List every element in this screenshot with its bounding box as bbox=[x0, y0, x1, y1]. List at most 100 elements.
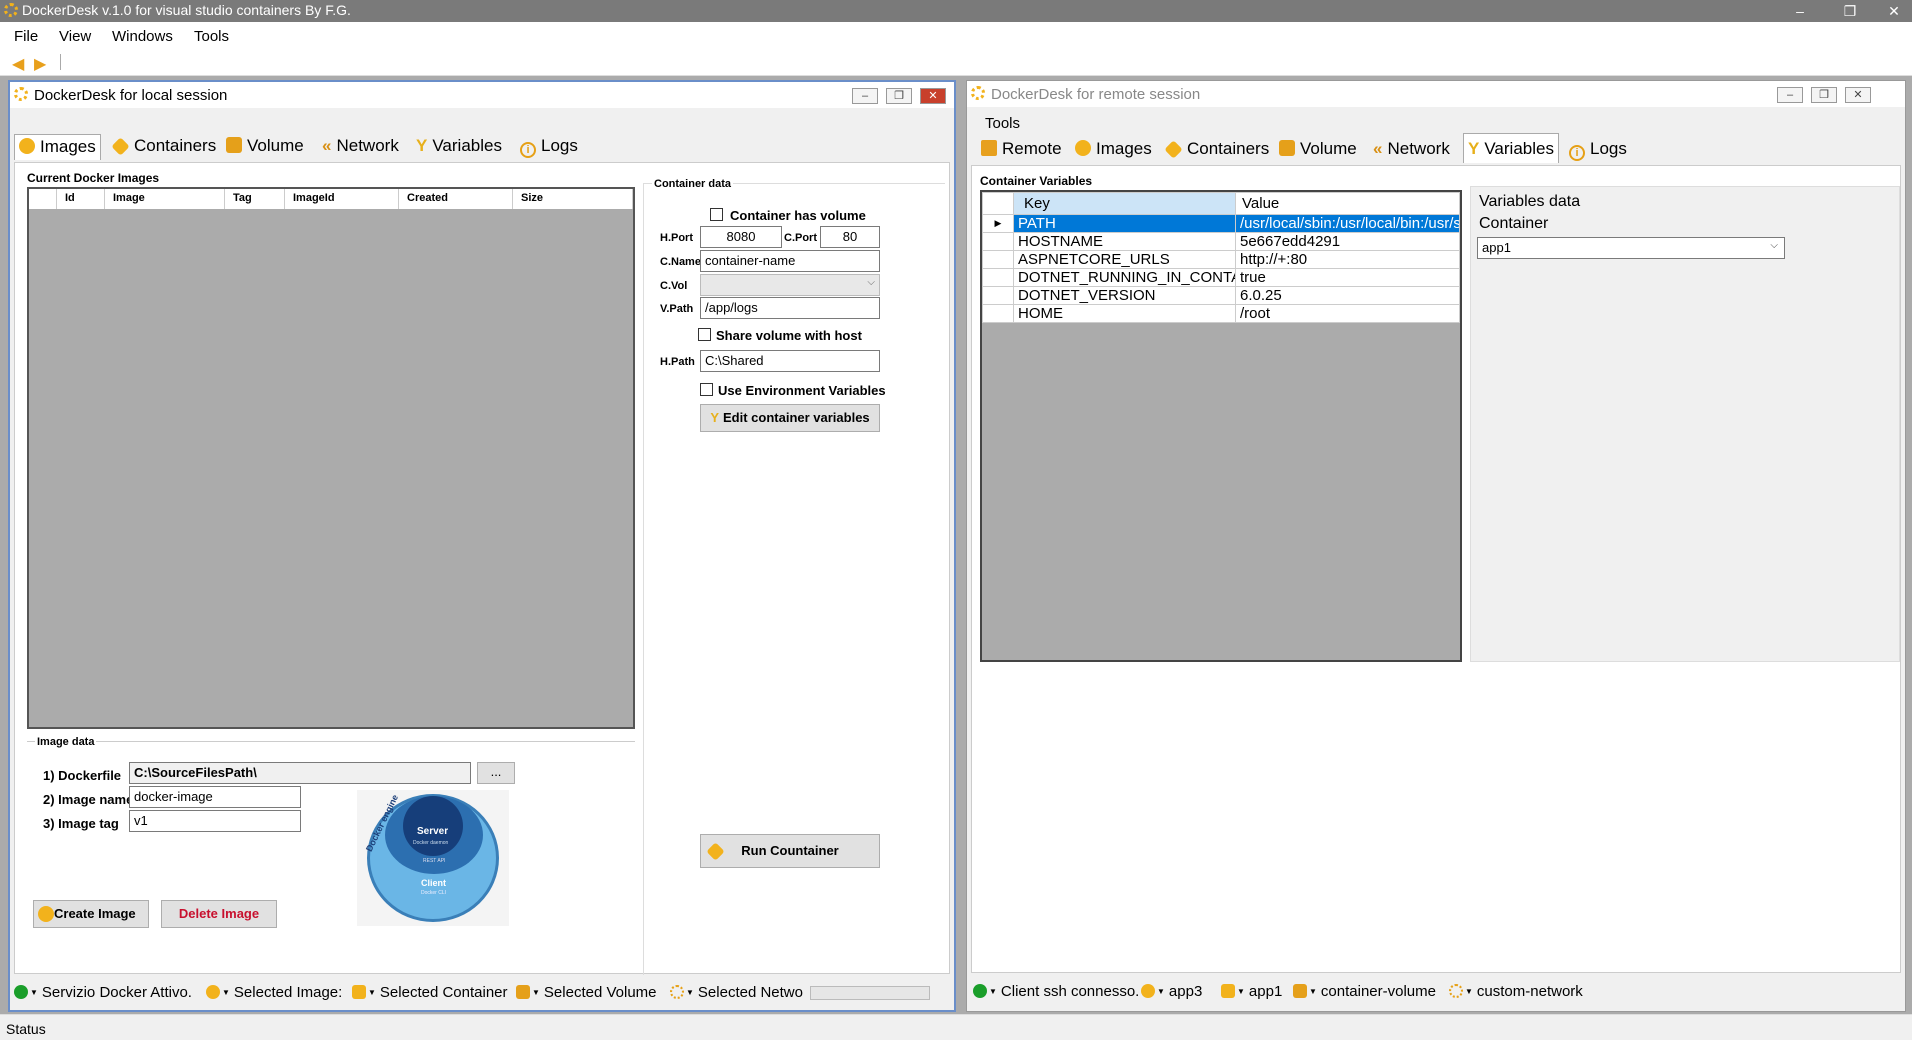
tab-label: Images bbox=[1096, 139, 1152, 158]
remote-icon bbox=[981, 140, 997, 156]
tab-label: Images bbox=[40, 137, 96, 156]
remote-image-status[interactable]: ▼ app3 bbox=[1141, 983, 1202, 1000]
images-grid[interactable]: Id Image Tag ImageId Created Size bbox=[27, 187, 635, 729]
col-imageid[interactable]: ImageId bbox=[285, 189, 399, 209]
table-row[interactable]: DOTNET_VERSION 6.0.25 bbox=[982, 286, 1460, 305]
create-image-button[interactable]: Create Image bbox=[33, 900, 149, 928]
edit-vars-label: Edit container variables bbox=[723, 410, 870, 425]
docker-service-status[interactable]: ▼ Servizio Docker Attivo. bbox=[14, 984, 192, 1001]
selected-volume-status[interactable]: ▼ Selected Volume bbox=[516, 984, 657, 1001]
table-row[interactable]: HOME/root bbox=[982, 304, 1460, 323]
ssh-status[interactable]: ▼ Client ssh connesso. bbox=[973, 983, 1139, 1000]
cname-input[interactable]: container-name bbox=[700, 250, 880, 272]
image-tag-input[interactable]: v1 bbox=[129, 810, 301, 832]
local-minimize-button[interactable]: – bbox=[852, 88, 878, 104]
close-button[interactable]: ✕ bbox=[1878, 0, 1910, 22]
tab-label: Volume bbox=[1300, 139, 1357, 158]
cvol-select[interactable]: ⌵ bbox=[700, 274, 880, 296]
variables-data-group: Variables data Container app1 ⌵ bbox=[1470, 186, 1900, 662]
remote-minimize-button[interactable]: – bbox=[1777, 87, 1803, 103]
image-name-input[interactable]: docker-image bbox=[129, 786, 301, 808]
tab-network[interactable]: «Network bbox=[318, 134, 403, 160]
cport-input[interactable]: 80 bbox=[820, 226, 880, 248]
selected-image-status[interactable]: ▼ Selected Image: bbox=[206, 984, 342, 1001]
tab-containers[interactable]: Containers bbox=[110, 134, 220, 160]
status-text: Status bbox=[6, 1021, 46, 1037]
tab-logs[interactable]: i Logs bbox=[516, 134, 582, 160]
forward-arrow-icon[interactable]: ▶ bbox=[34, 54, 46, 74]
tab-variables[interactable]: Y Variables bbox=[1463, 133, 1559, 163]
remote-container-status[interactable]: ▼ app1 bbox=[1221, 983, 1282, 1000]
col-value[interactable]: Value bbox=[1235, 192, 1460, 215]
col-tag[interactable]: Tag bbox=[225, 189, 285, 209]
app-logo-icon bbox=[4, 3, 18, 17]
row-header bbox=[982, 286, 1014, 305]
col-created[interactable]: Created bbox=[399, 189, 513, 209]
minimize-button[interactable]: – bbox=[1784, 0, 1816, 22]
status-label: container-volume bbox=[1320, 983, 1436, 1000]
remote-restore-button[interactable]: ❐ bbox=[1811, 87, 1837, 103]
tab-images[interactable]: Images bbox=[1071, 137, 1156, 163]
var-value: http://+:80 bbox=[1235, 250, 1460, 269]
table-row[interactable]: HOSTNAME 5e667edd4291 bbox=[982, 232, 1460, 251]
table-row[interactable]: ▶ PATH /usr/local/sbin:/usr/local/bin:/u… bbox=[982, 214, 1460, 233]
variables-icon: Y bbox=[416, 136, 428, 155]
menu-file[interactable]: File bbox=[14, 28, 38, 45]
tab-volume[interactable]: Volume bbox=[222, 134, 308, 160]
selected-network-status[interactable]: ▼ Selected Netwo bbox=[670, 984, 810, 1001]
tab-label: Containers bbox=[1187, 139, 1270, 158]
share-volume-checkbox[interactable] bbox=[698, 328, 711, 341]
run-container-label: Run Countainer bbox=[741, 843, 839, 858]
dockerfile-input[interactable]: C:\SourceFilesPath\ bbox=[129, 762, 471, 784]
var-key: PATH bbox=[1013, 214, 1236, 233]
vpath-input[interactable]: /app/logs bbox=[700, 297, 880, 319]
back-arrow-icon[interactable]: ◀ bbox=[12, 54, 24, 74]
selected-container-status[interactable]: ▼ Selected Container bbox=[352, 984, 508, 1001]
green-dot-icon bbox=[14, 985, 28, 999]
delete-image-button[interactable]: Delete Image bbox=[161, 900, 277, 928]
local-close-button[interactable]: ✕ bbox=[920, 88, 946, 104]
var-key: DOTNET_VERSION bbox=[1013, 286, 1236, 305]
has-volume-checkbox[interactable] bbox=[710, 208, 723, 221]
hport-input[interactable]: 8080 bbox=[700, 226, 782, 248]
tab-variables[interactable]: Y Variables bbox=[412, 134, 506, 160]
edit-vars-button[interactable]: Y Edit container variables bbox=[700, 404, 880, 432]
col-key[interactable]: Key bbox=[1013, 192, 1236, 215]
hpath-input[interactable]: C:\Shared bbox=[700, 350, 880, 372]
remote-network-status[interactable]: ▼ custom-network bbox=[1449, 983, 1583, 1000]
container-select[interactable]: app1 ⌵ bbox=[1477, 237, 1785, 259]
local-restore-button[interactable]: ❐ bbox=[886, 88, 912, 104]
var-key: DOTNET_RUNNING_IN_CONTAI... bbox=[1013, 268, 1236, 287]
menu-windows[interactable]: Windows bbox=[112, 28, 173, 45]
hpath-label: H.Path bbox=[660, 356, 695, 368]
create-image-label: Create Image bbox=[54, 906, 136, 921]
vars-grid[interactable]: Key Value ▶ PATH /usr/local/sbin:/usr/lo… bbox=[980, 190, 1462, 662]
tab-logs[interactable]: i Logs bbox=[1565, 137, 1631, 163]
col-id[interactable]: Id bbox=[57, 189, 105, 209]
tab-volume[interactable]: Volume bbox=[1275, 137, 1361, 163]
tab-network[interactable]: «Network bbox=[1369, 137, 1454, 163]
use-env-checkbox[interactable] bbox=[700, 383, 713, 396]
containers-icon bbox=[111, 137, 130, 156]
table-row[interactable]: ASPNETCORE_URLS http://+:80 bbox=[982, 250, 1460, 269]
remote-menu-tools[interactable]: Tools bbox=[985, 115, 1020, 132]
green-dot-icon bbox=[973, 984, 987, 998]
menu-view[interactable]: View bbox=[59, 28, 91, 45]
browse-button[interactable]: ... bbox=[477, 762, 515, 784]
col-image[interactable]: Image bbox=[105, 189, 225, 209]
tab-containers[interactable]: Containers bbox=[1163, 137, 1273, 163]
table-row[interactable]: DOTNET_RUNNING_IN_CONTAI... true bbox=[982, 268, 1460, 287]
restore-button[interactable]: ❐ bbox=[1834, 0, 1866, 22]
menu-tools[interactable]: Tools bbox=[194, 28, 229, 45]
remote-volume-status[interactable]: ▼ container-volume bbox=[1293, 983, 1436, 1000]
images-icon bbox=[1075, 140, 1091, 156]
remote-close-button[interactable]: ✕ bbox=[1845, 87, 1871, 103]
var-value: true bbox=[1235, 268, 1460, 287]
col-size[interactable]: Size bbox=[513, 189, 633, 209]
row-header bbox=[982, 304, 1014, 323]
tab-remote[interactable]: Remote bbox=[977, 137, 1066, 163]
var-key: HOME bbox=[1013, 304, 1236, 323]
run-container-button[interactable]: Run Countainer bbox=[700, 834, 880, 868]
network-icon: « bbox=[1373, 139, 1383, 158]
tab-images[interactable]: Images bbox=[14, 134, 101, 160]
